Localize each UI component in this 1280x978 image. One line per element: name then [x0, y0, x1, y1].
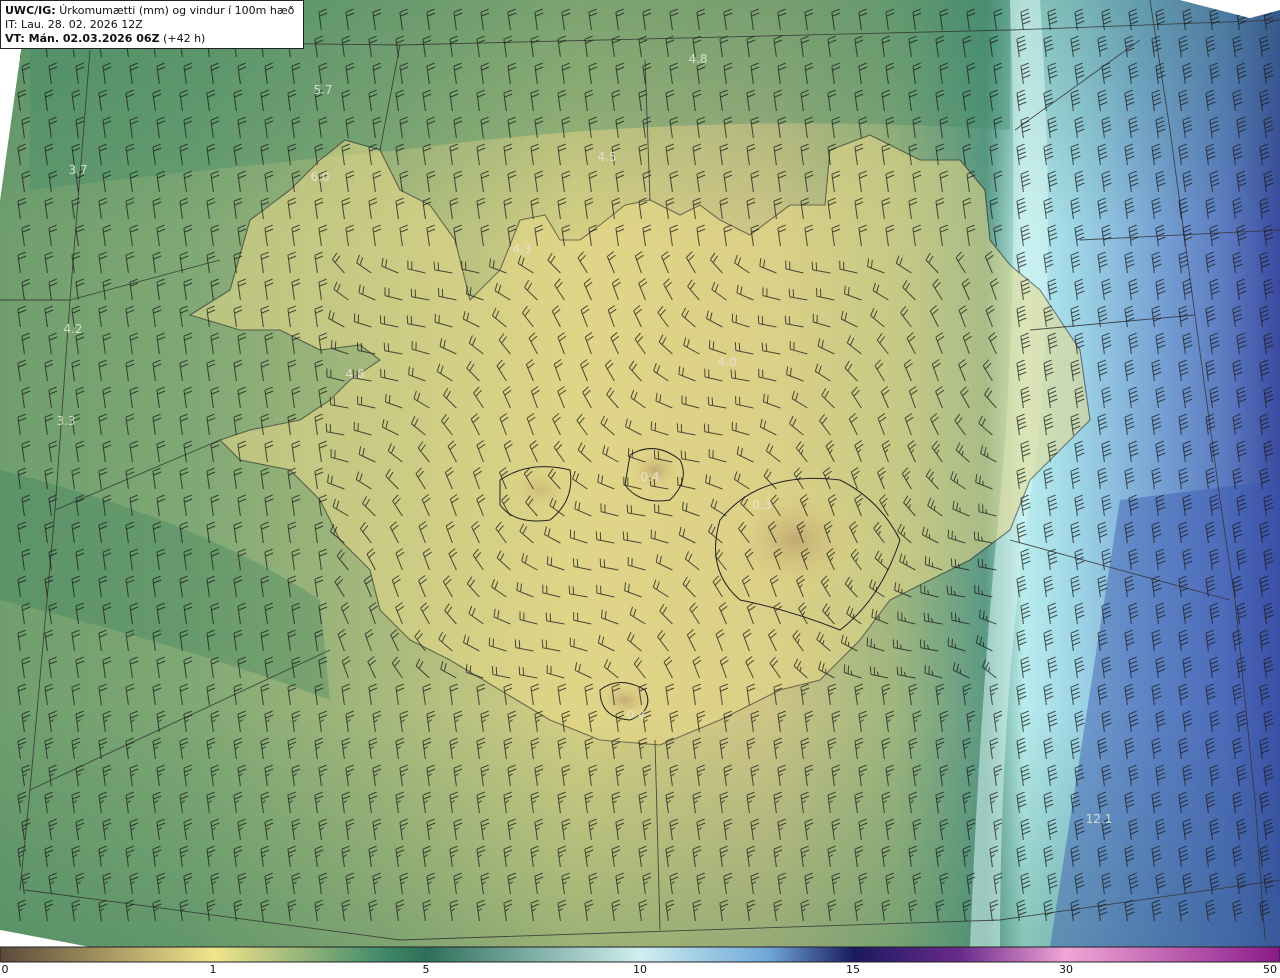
value-label: 4.3 [512, 242, 531, 256]
value-label: 4.8 [688, 52, 707, 66]
model-label: UWC/IG: [5, 4, 56, 17]
initial-time: IT: Lau. 28. 02. 2026 12Z [5, 18, 143, 31]
colorbar-tick: 30 [1059, 963, 1073, 976]
map-title-box: UWC/IG: Úrkomumætti (mm) og vindur í 100… [0, 0, 304, 49]
colorbar-tick: 1 [209, 963, 217, 976]
value-label: 0.4 [640, 470, 659, 484]
colorbar-tick: 0 [1, 963, 9, 976]
valid-time: VT: Mán. 02.03.2026 06Z [5, 32, 160, 45]
forecast-hour: (+42 h) [163, 32, 206, 45]
value-label: 5.7 [313, 83, 332, 97]
value-label: 4.0 [717, 355, 736, 369]
colorbar-tick: 10 [633, 963, 647, 976]
value-label: 3.7 [68, 163, 87, 177]
value-label: 3.3 [56, 414, 75, 428]
map-canvas: 4.8 5.7 4.5 3.7 6.0 4.3 4.2 4.8 3.3 4.0 … [0, 0, 1280, 978]
colorbar [0, 946, 1280, 963]
value-label: 0.4 [626, 708, 645, 722]
colorbar-tick: 50 [1263, 963, 1277, 976]
value-label: 4.8 [345, 367, 364, 381]
colorbar-ticks: 0 1 5 10 15 30 50 [0, 963, 1280, 978]
colorbar-tick: 5 [422, 963, 430, 976]
value-label: 4.5 [597, 150, 616, 164]
parameter-label: Úrkomumætti (mm) og vindur í 100m hæð [59, 4, 295, 17]
value-label: 4.2 [63, 322, 82, 336]
value-label: 0.3 [752, 498, 771, 512]
colorbar-tick: 15 [846, 963, 860, 976]
value-label: 12.1 [1086, 812, 1113, 826]
value-label: 6.0 [310, 170, 329, 184]
